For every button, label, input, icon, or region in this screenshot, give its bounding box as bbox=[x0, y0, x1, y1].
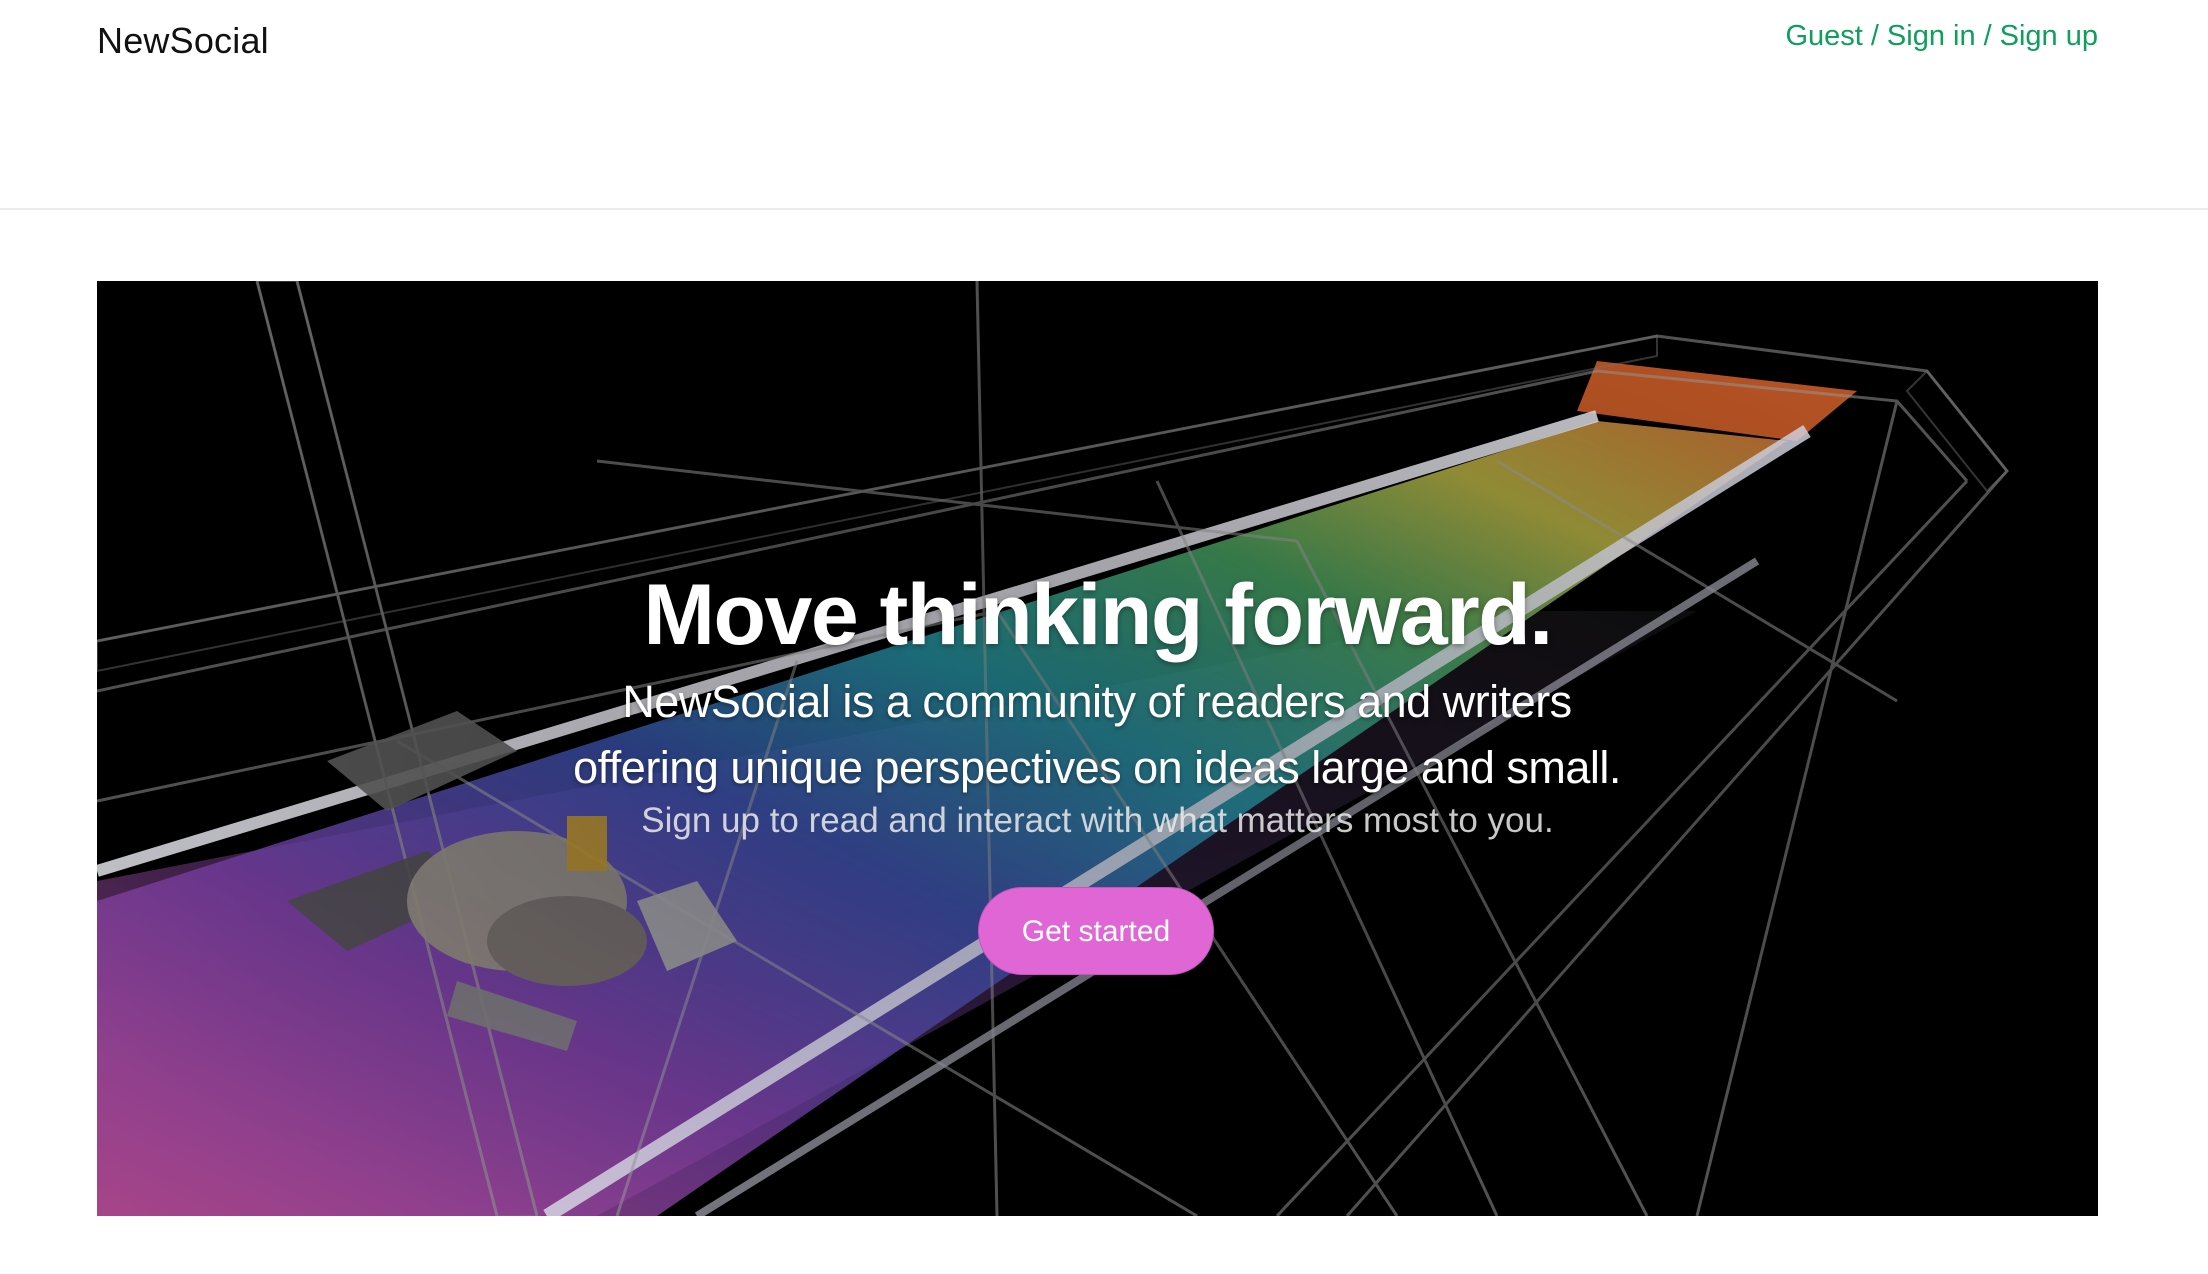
hero-content: Move thinking forward. NewSocial is a co… bbox=[97, 281, 2098, 1216]
separator: / bbox=[1983, 20, 1992, 52]
hero-title: Move thinking forward. bbox=[643, 567, 1553, 663]
brand-logo[interactable]: NewSocial bbox=[97, 20, 269, 62]
hero-subtitle: NewSocial is a community of readers and … bbox=[573, 676, 1621, 793]
separator: / bbox=[1870, 20, 1879, 52]
get-started-button[interactable]: Get started bbox=[978, 887, 1214, 975]
guest-link[interactable]: Guest bbox=[1785, 20, 1862, 52]
site-header: NewSocial Guest / Sign in / Sign up bbox=[0, 0, 2208, 210]
hero-tagline: Sign up to read and interact with what m… bbox=[641, 801, 1554, 840]
hero-banner: Move thinking forward. NewSocial is a co… bbox=[97, 281, 2098, 1216]
sign-up-link[interactable]: Sign up bbox=[2000, 20, 2098, 52]
auth-links: Guest / Sign in / Sign up bbox=[1785, 20, 2098, 53]
sign-in-link[interactable]: Sign in bbox=[1887, 20, 1976, 52]
